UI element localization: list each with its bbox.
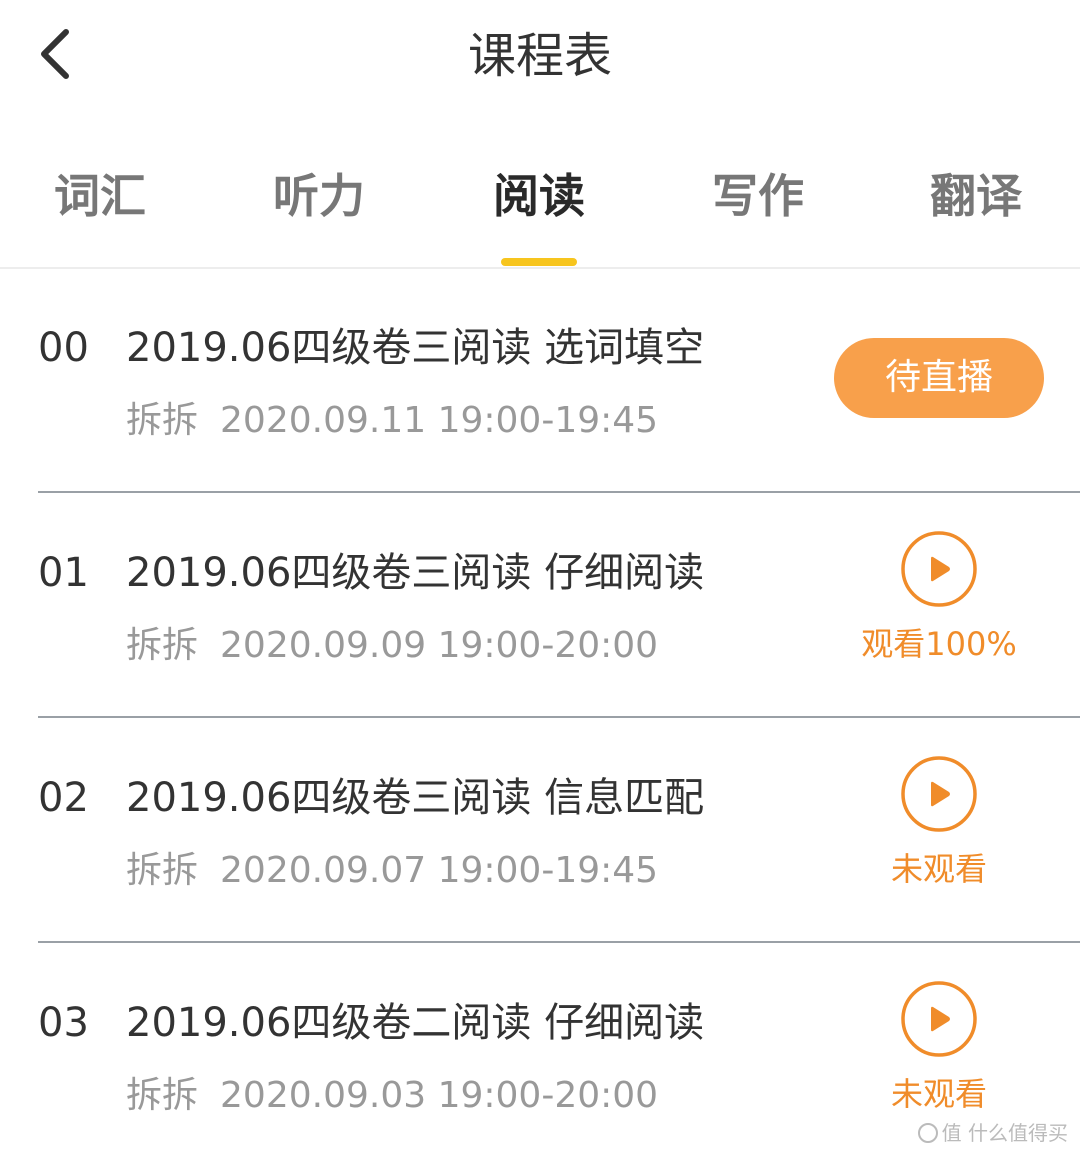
lesson-time: 2020.09.07 19:00-19:45	[220, 850, 659, 891]
lesson-number: 00	[38, 325, 89, 371]
play-icon	[901, 756, 977, 832]
lesson-number: 03	[38, 1000, 89, 1046]
lesson-item[interactable]: 00 2019.06四级卷三阅读 选词填空 拆拆 2020.09.11 19:00…	[0, 268, 1080, 493]
tab-translation[interactable]: 翻译	[876, 168, 1076, 224]
play-button[interactable]	[900, 530, 978, 608]
watch-status: 未观看	[890, 850, 987, 888]
lesson-item[interactable]: 01 2019.06四级卷三阅读 仔细阅读 拆拆 2020.09.09 19:00…	[0, 493, 1080, 718]
lesson-number: 01	[38, 550, 89, 596]
lesson-number: 02	[38, 775, 89, 821]
play-button[interactable]	[900, 755, 978, 833]
tab-listening[interactable]: 听力	[219, 168, 419, 224]
watch-status: 观看100%	[861, 625, 1017, 663]
watermark-text: 值 什么值得买	[941, 1121, 1068, 1145]
play-button[interactable]	[900, 980, 978, 1058]
lesson-teacher: 拆拆	[126, 400, 199, 441]
tab-writing[interactable]: 写作	[658, 168, 858, 224]
tab-reading[interactable]: 阅读	[439, 168, 639, 224]
lesson-title: 2019.06四级卷三阅读 选词填空	[126, 325, 705, 371]
header: 课程表	[0, 0, 1080, 112]
lesson-time: 2020.09.03 19:00-20:00	[220, 1075, 659, 1116]
lesson-title: 2019.06四级卷三阅读 仔细阅读	[126, 550, 705, 596]
play-icon	[901, 531, 977, 607]
lesson-time: 2020.09.11 19:00-19:45	[220, 400, 659, 441]
lesson-time: 2020.09.09 19:00-20:00	[220, 625, 659, 666]
watermark: 值 什么值得买	[917, 1121, 1068, 1145]
active-tab-indicator	[501, 258, 577, 266]
lesson-title: 2019.06四级卷二阅读 仔细阅读	[126, 1000, 705, 1046]
lesson-title: 2019.06四级卷三阅读 信息匹配	[126, 775, 705, 821]
lesson-meta: 拆拆 2020.09.09 19:00-20:00	[126, 624, 658, 668]
lesson-meta: 拆拆 2020.09.03 19:00-20:00	[126, 1074, 658, 1118]
lesson-teacher: 拆拆	[126, 625, 199, 666]
watch-status: 未观看	[890, 1075, 987, 1113]
lesson-meta: 拆拆 2020.09.07 19:00-19:45	[126, 849, 658, 893]
lesson-meta: 拆拆 2020.09.11 19:00-19:45	[126, 399, 658, 443]
category-tabs: 词汇 听力 阅读 写作 翻译	[0, 150, 1080, 266]
watermark-logo-icon	[917, 1123, 938, 1143]
play-icon	[901, 981, 977, 1057]
page-title: 课程表	[467, 28, 612, 84]
lesson-teacher: 拆拆	[126, 850, 199, 891]
lesson-teacher: 拆拆	[126, 1075, 199, 1116]
pending-live-button[interactable]: 待直播	[834, 338, 1044, 418]
lesson-item[interactable]: 02 2019.06四级卷三阅读 信息匹配 拆拆 2020.09.07 19:00…	[0, 718, 1080, 943]
tab-vocabulary[interactable]: 词汇	[0, 168, 200, 224]
